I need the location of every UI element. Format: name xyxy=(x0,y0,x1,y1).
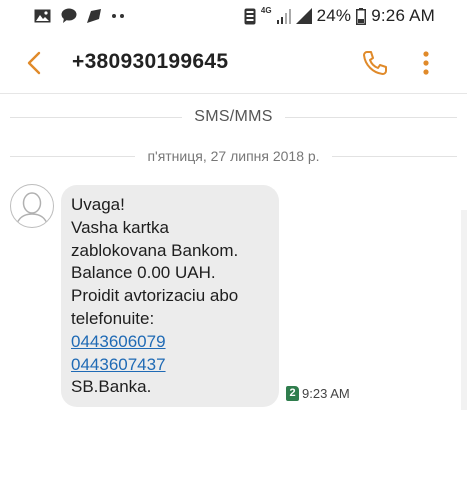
channel-label: SMS/MMS xyxy=(194,108,273,125)
message-line: Balance 0.00 UAH. xyxy=(71,263,216,283)
divider-line xyxy=(284,116,458,118)
signal-icon xyxy=(295,8,312,24)
call-button[interactable] xyxy=(360,48,390,78)
message-meta: 2 9:23 AM xyxy=(286,386,350,401)
phone-link[interactable]: 0443607437 xyxy=(71,355,166,374)
channel-divider: SMS/MMS xyxy=(10,108,458,126)
message-bubble[interactable]: Uvaga! Vasha kartka zablokovana Bankom. … xyxy=(61,185,279,407)
message-line: zablokovana Bankom. xyxy=(71,240,239,260)
sender-avatar[interactable] xyxy=(10,184,54,228)
message-line: Proidit avtorizaciu abo xyxy=(71,286,239,306)
more-options-button[interactable] xyxy=(416,48,436,78)
contact-number-title: +380930199645 xyxy=(72,50,229,73)
network-type-label: 4G xyxy=(260,6,272,15)
send-icon xyxy=(87,8,101,23)
message-time: 9:23 AM xyxy=(302,386,350,401)
gallery-icon xyxy=(34,9,51,22)
battery-percent: 24% xyxy=(316,6,352,25)
message-line: Vasha kartka xyxy=(71,217,169,237)
more-dots-icon xyxy=(112,13,124,18)
date-label: п'ятниця, 27 липня 2018 р. xyxy=(147,148,320,164)
phone-link[interactable]: 0443606079 xyxy=(71,332,166,351)
wifi-icon xyxy=(276,9,291,24)
message-line: Uvaga! xyxy=(71,195,125,214)
sim-badge: 2 xyxy=(286,386,299,401)
phone-icon xyxy=(363,51,387,75)
conversation-header: +380930199645 xyxy=(0,32,467,94)
person-icon xyxy=(15,192,49,227)
divider-line xyxy=(10,155,136,157)
notification-icons xyxy=(34,8,125,23)
chevron-left-icon xyxy=(27,51,41,75)
vertical-dots-icon xyxy=(423,51,429,75)
divider-line xyxy=(331,155,457,157)
system-icons: 4G 24% 9:26 AM xyxy=(244,6,435,26)
scroll-edge xyxy=(461,210,467,410)
battery-icon xyxy=(356,7,367,25)
message-line: telefonuite: xyxy=(71,308,155,328)
divider-line xyxy=(10,116,183,118)
clock: 9:26 AM xyxy=(371,6,435,25)
message-signature: SB.Banka. xyxy=(71,377,152,397)
back-button[interactable] xyxy=(22,50,46,76)
tablet-icon xyxy=(244,8,256,24)
chat-icon xyxy=(61,8,77,23)
date-divider: п'ятниця, 27 липня 2018 р. xyxy=(10,148,457,164)
status-bar: 4G 24% 9:26 AM xyxy=(0,0,467,32)
messages-screen: 4G 24% 9:26 AM +380930199645 SMS/MMS п'я… xyxy=(0,0,467,494)
